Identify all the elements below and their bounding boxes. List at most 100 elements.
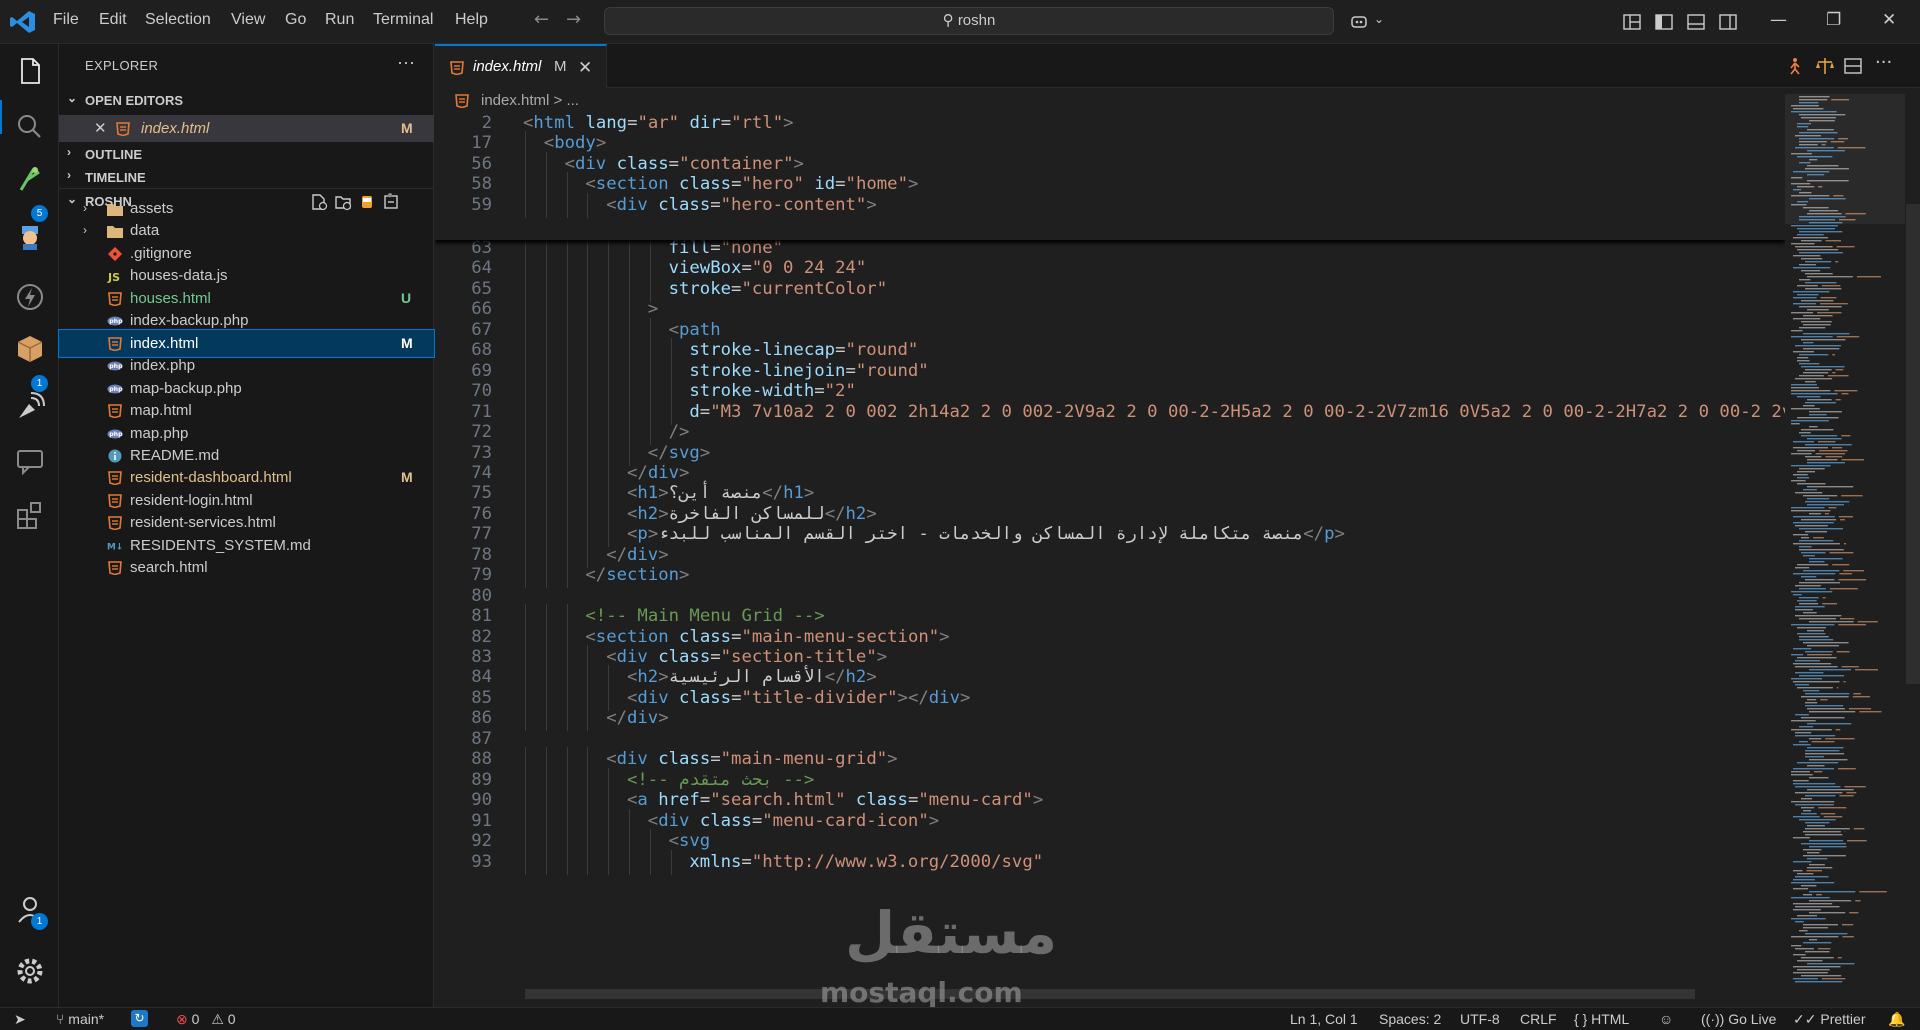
editor-more-icon[interactable]: ···: [1875, 52, 1892, 73]
customize-layout-icon[interactable]: [1622, 12, 1642, 32]
section-open-editors[interactable]: ⌄ OPEN EDITORS: [59, 88, 434, 114]
indent-guide: [566, 849, 568, 875]
close-window-icon[interactable]: ✕: [1882, 10, 1896, 30]
title-bar: File Edit Selection View Go Run Terminal…: [0, 0, 1920, 44]
indent-guide: [649, 849, 651, 875]
encoding[interactable]: UTF-8: [1460, 1011, 1500, 1027]
sync-icon[interactable]: ↻: [131, 1010, 148, 1027]
chevron-down-icon[interactable]: ⌄: [1374, 12, 1384, 26]
line-ending[interactable]: CRLF: [1520, 1011, 1557, 1027]
indent-guide: [525, 849, 526, 875]
toggle-secondary-sidebar-icon[interactable]: [1718, 12, 1738, 32]
braces-icon: { }: [1574, 1011, 1588, 1027]
warning-icon: ⚠: [211, 1011, 224, 1027]
indentation[interactable]: Spaces: 2: [1379, 1011, 1441, 1027]
compare-icon[interactable]: [1815, 56, 1835, 76]
check-icon: ✓✓: [1793, 1011, 1817, 1027]
branch-name: main*: [68, 1011, 105, 1027]
markdown-file-icon: M↓: [107, 542, 123, 552]
file-item[interactable]: search.html: [59, 554, 434, 581]
toggle-sidebar-icon[interactable]: [1654, 12, 1674, 32]
sticky-scroll[interactable]: 2 <html lang="ar" dir="rtl"> 17 <body> 56 <di…: [435, 112, 1785, 240]
menu-help[interactable]: Help: [455, 11, 488, 29]
package-icon[interactable]: [13, 332, 47, 366]
toggle-panel-icon[interactable]: [1686, 12, 1706, 32]
code-line: </div>: [606, 708, 669, 729]
explorer-icon[interactable]: [13, 54, 47, 88]
editor-area: index.html M ✕ ··· index.html > ... 2 <ht…: [435, 44, 1920, 1009]
close-tab-icon[interactable]: ✕: [578, 56, 592, 81]
svg-text:php: php: [109, 363, 123, 370]
accounts-badge: 1: [31, 913, 48, 930]
settings-gear-icon[interactable]: [13, 954, 47, 988]
branch-item[interactable]: ⑂ main*: [56, 1011, 104, 1027]
chevron-down-icon: ⌄: [67, 91, 78, 105]
cursor-position[interactable]: Ln 1, Col 1: [1290, 1011, 1358, 1027]
minimize-icon[interactable]: —: [1770, 10, 1787, 30]
prettier-item[interactable]: ✓✓ Prettier: [1793, 1011, 1865, 1028]
minimap[interactable]: [1785, 94, 1905, 994]
watermark-url: mostaql.com: [820, 976, 1023, 1009]
run-figure-icon[interactable]: [1785, 56, 1805, 76]
html-file-icon: [108, 404, 122, 419]
language-name: HTML: [1591, 1011, 1630, 1027]
line-number: 59: [471, 194, 492, 215]
chevron-right-icon: ›: [67, 168, 71, 182]
more-actions-icon[interactable]: ···: [397, 52, 415, 73]
svg-text:php: php: [109, 318, 123, 325]
extension-spy-icon[interactable]: [13, 220, 47, 254]
menu-selection[interactable]: Selection: [145, 11, 211, 29]
php-file-icon: php: [107, 316, 123, 326]
close-icon[interactable]: ✕: [94, 115, 107, 142]
back-arrow-icon[interactable]: ←: [534, 9, 549, 30]
indent-guide: [525, 192, 526, 218]
menu-edit[interactable]: Edit: [99, 11, 127, 29]
tab-bar: index.html M ✕ ···: [435, 44, 1920, 88]
forward-arrow-icon[interactable]: →: [566, 9, 581, 30]
indent-guide: [525, 706, 526, 732]
horizontal-scrollbar-thumb[interactable]: [525, 989, 1695, 999]
lightning-icon[interactable]: [13, 280, 47, 314]
search-icon[interactable]: [13, 110, 47, 144]
command-center-search[interactable]: ⚲ roshn: [604, 7, 1334, 35]
problems-item[interactable]: ⊗ 0 ⚠ 0: [176, 1011, 236, 1028]
html-file-icon: [108, 516, 122, 531]
folder-icon: [107, 226, 123, 239]
watermark-logo: مستقل: [845, 899, 1058, 967]
indent-guide: [670, 849, 672, 875]
info-file-icon: [108, 449, 122, 463]
go-live-item[interactable]: ((·)) Go Live: [1701, 1011, 1776, 1027]
tab-index-html[interactable]: index.html M ✕: [435, 44, 607, 88]
menu-view[interactable]: View: [231, 11, 265, 29]
remote-status-icon[interactable]: ➤: [14, 1011, 26, 1028]
code-editor[interactable]: 2 <html lang="ar" dir="rtl"> 17 <body> 56 <di…: [435, 112, 1785, 1007]
indent-guide: [545, 849, 547, 875]
menu-file[interactable]: File: [53, 11, 79, 29]
open-editor-item[interactable]: ✕ index.html M: [59, 115, 434, 142]
svg-text:php: php: [109, 431, 123, 438]
prettier-label: Prettier: [1820, 1011, 1866, 1027]
vertical-scrollbar-thumb[interactable]: [1906, 204, 1920, 684]
maximize-icon[interactable]: ❐: [1826, 10, 1841, 30]
breadcrumb-path[interactable]: index.html > ...: [481, 92, 579, 109]
copilot-status-icon[interactable]: ☺: [1659, 1011, 1673, 1027]
menu-terminal[interactable]: Terminal: [373, 11, 433, 29]
indent-guide: [545, 706, 547, 732]
svg-text:M↓: M↓: [107, 542, 123, 552]
menu-go[interactable]: Go: [285, 11, 306, 29]
indent-guide: [587, 706, 589, 732]
svg-text:JS: JS: [107, 271, 120, 283]
indent-guide: [566, 563, 568, 589]
file-name: search.html: [130, 559, 208, 577]
open-editor-name: index.html: [141, 120, 210, 137]
menu-run[interactable]: Run: [325, 11, 354, 29]
source-control-icon[interactable]: [13, 162, 47, 196]
copilot-icon[interactable]: [1350, 12, 1370, 32]
extensions-icon[interactable]: [13, 498, 47, 532]
split-editor-icon[interactable]: [1843, 56, 1863, 76]
html-file-icon: [108, 291, 122, 306]
notifications-bell-icon[interactable]: 🔔: [1888, 1011, 1905, 1028]
chat-icon[interactable]: [13, 444, 47, 478]
remote-icon[interactable]: [13, 390, 47, 424]
language-mode[interactable]: { } HTML: [1574, 1011, 1629, 1027]
